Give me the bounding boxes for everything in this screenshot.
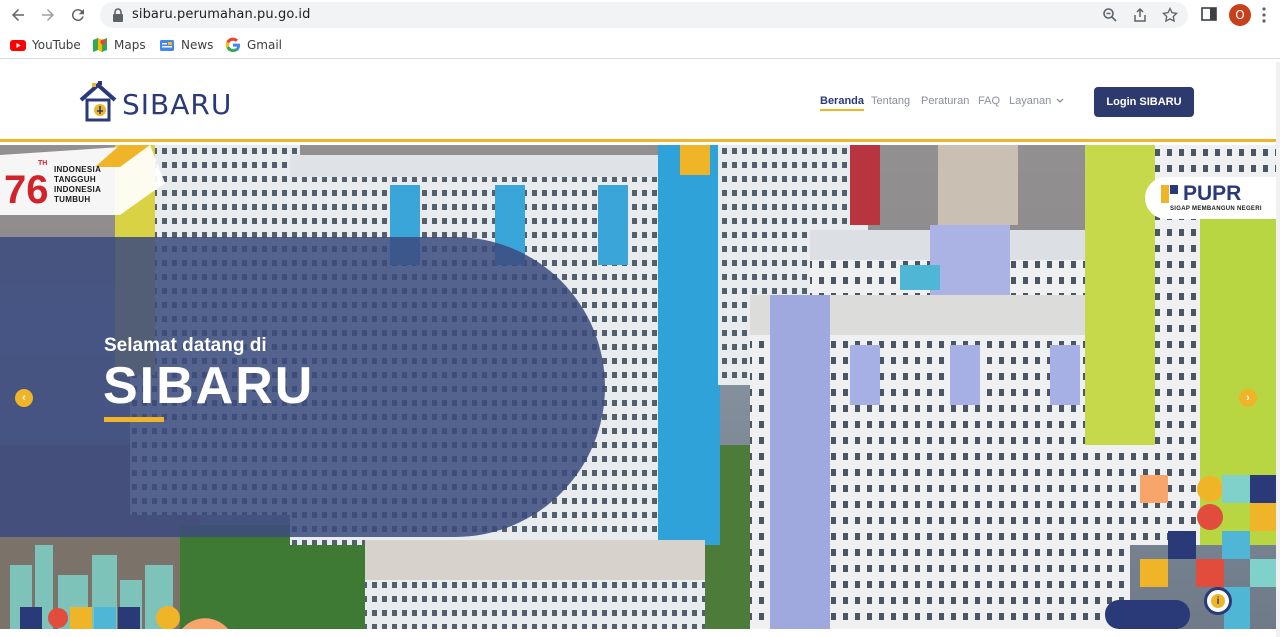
- nav-layanan-label: Layanan: [1009, 95, 1052, 107]
- nav-peraturan[interactable]: Peraturan: [921, 95, 969, 107]
- welcome-subtitle: Selamat datang di: [104, 335, 267, 356]
- info-icon: i: [1211, 594, 1225, 608]
- bookmark-label: Gmail: [247, 38, 283, 52]
- more-menu-icon[interactable]: [1262, 7, 1266, 23]
- maps-icon: [93, 38, 107, 52]
- carousel-next-button[interactable]: ›: [1239, 389, 1257, 407]
- reload-icon: [71, 9, 84, 22]
- bookmarks-bar: YouTube Maps News Gmail: [0, 31, 1280, 59]
- bookmark-maps[interactable]: Maps: [92, 37, 146, 53]
- bookmark-gmail[interactable]: Gmail: [225, 37, 282, 53]
- url-text[interactable]: sibaru.perumahan.pu.go.id: [132, 7, 310, 22]
- nav-faq[interactable]: FAQ: [978, 95, 1000, 107]
- google-icon: [225, 37, 241, 53]
- title-underline: [104, 417, 164, 422]
- nav-beranda[interactable]: Beranda: [820, 95, 865, 111]
- nav-layanan[interactable]: Layanan: [1009, 95, 1064, 107]
- back-button[interactable]: [7, 4, 29, 26]
- reload-button[interactable]: [67, 4, 89, 26]
- profile-avatar[interactable]: O: [1229, 4, 1251, 26]
- anniversary-76-badge: 76 TH INDONESIA TANGGUH INDONESIA TUMBUH: [0, 145, 175, 215]
- nav-tentang[interactable]: Tentang: [871, 95, 910, 107]
- bookmark-label: Maps: [114, 38, 146, 52]
- anniversary-th-label: TH: [38, 160, 47, 167]
- arrow-left-icon: [12, 9, 24, 21]
- anniversary-slogan: INDONESIA TANGGUH INDONESIA TUMBUH: [54, 165, 102, 204]
- lock-icon: [113, 8, 123, 22]
- browser-toolbar: sibaru.perumahan.pu.go.id O: [0, 0, 1280, 30]
- youtube-icon: [10, 40, 26, 51]
- pupr-badge: PUPR SIGAP MEMBANGUN NEGERI: [1145, 177, 1276, 219]
- carousel-prev-button[interactable]: ‹: [15, 389, 33, 407]
- share-icon[interactable]: [1132, 7, 1148, 23]
- site-header: SIBARU Beranda Tentang Peraturan FAQ Lay…: [0, 62, 1280, 142]
- zoom-icon[interactable]: [1102, 7, 1118, 23]
- side-panel-icon[interactable]: [1200, 5, 1218, 23]
- bookmark-label: News: [181, 38, 214, 52]
- logo-wordmark: SIBARU: [122, 88, 233, 121]
- svg-text:76: 76: [4, 168, 49, 212]
- decorative-skyline: [10, 545, 228, 629]
- news-icon: [160, 40, 174, 51]
- pupr-emblem-icon: [1161, 185, 1178, 203]
- bookmark-youtube[interactable]: YouTube: [10, 37, 81, 53]
- pupr-tagline: SIGAP MEMBANGUN NEGERI: [1170, 206, 1262, 212]
- house-logo-icon: [79, 81, 117, 122]
- sibaru-logo[interactable]: SIBARU: [78, 80, 231, 126]
- page-scrollbar[interactable]: [1276, 62, 1280, 637]
- arrow-right-icon: [42, 9, 54, 21]
- login-button[interactable]: Login SIBARU: [1094, 87, 1194, 117]
- welcome-title: SIBARU: [103, 357, 315, 415]
- address-bar[interactable]: sibaru.perumahan.pu.go.id: [100, 2, 1188, 28]
- bookmark-label: YouTube: [32, 38, 81, 52]
- pupr-logo-text: PUPR: [1183, 182, 1242, 205]
- bookmark-star-icon[interactable]: [1162, 7, 1178, 23]
- help-fab-button[interactable]: i: [1204, 587, 1232, 615]
- chevron-down-icon: [1056, 98, 1064, 103]
- hero-carousel: Selamat datang di SIBARU 76 TH INDONESIA…: [0, 145, 1276, 629]
- decorative-mosaic: [1105, 475, 1276, 629]
- forward-button[interactable]: [37, 4, 59, 26]
- bookmark-news[interactable]: News: [159, 37, 213, 53]
